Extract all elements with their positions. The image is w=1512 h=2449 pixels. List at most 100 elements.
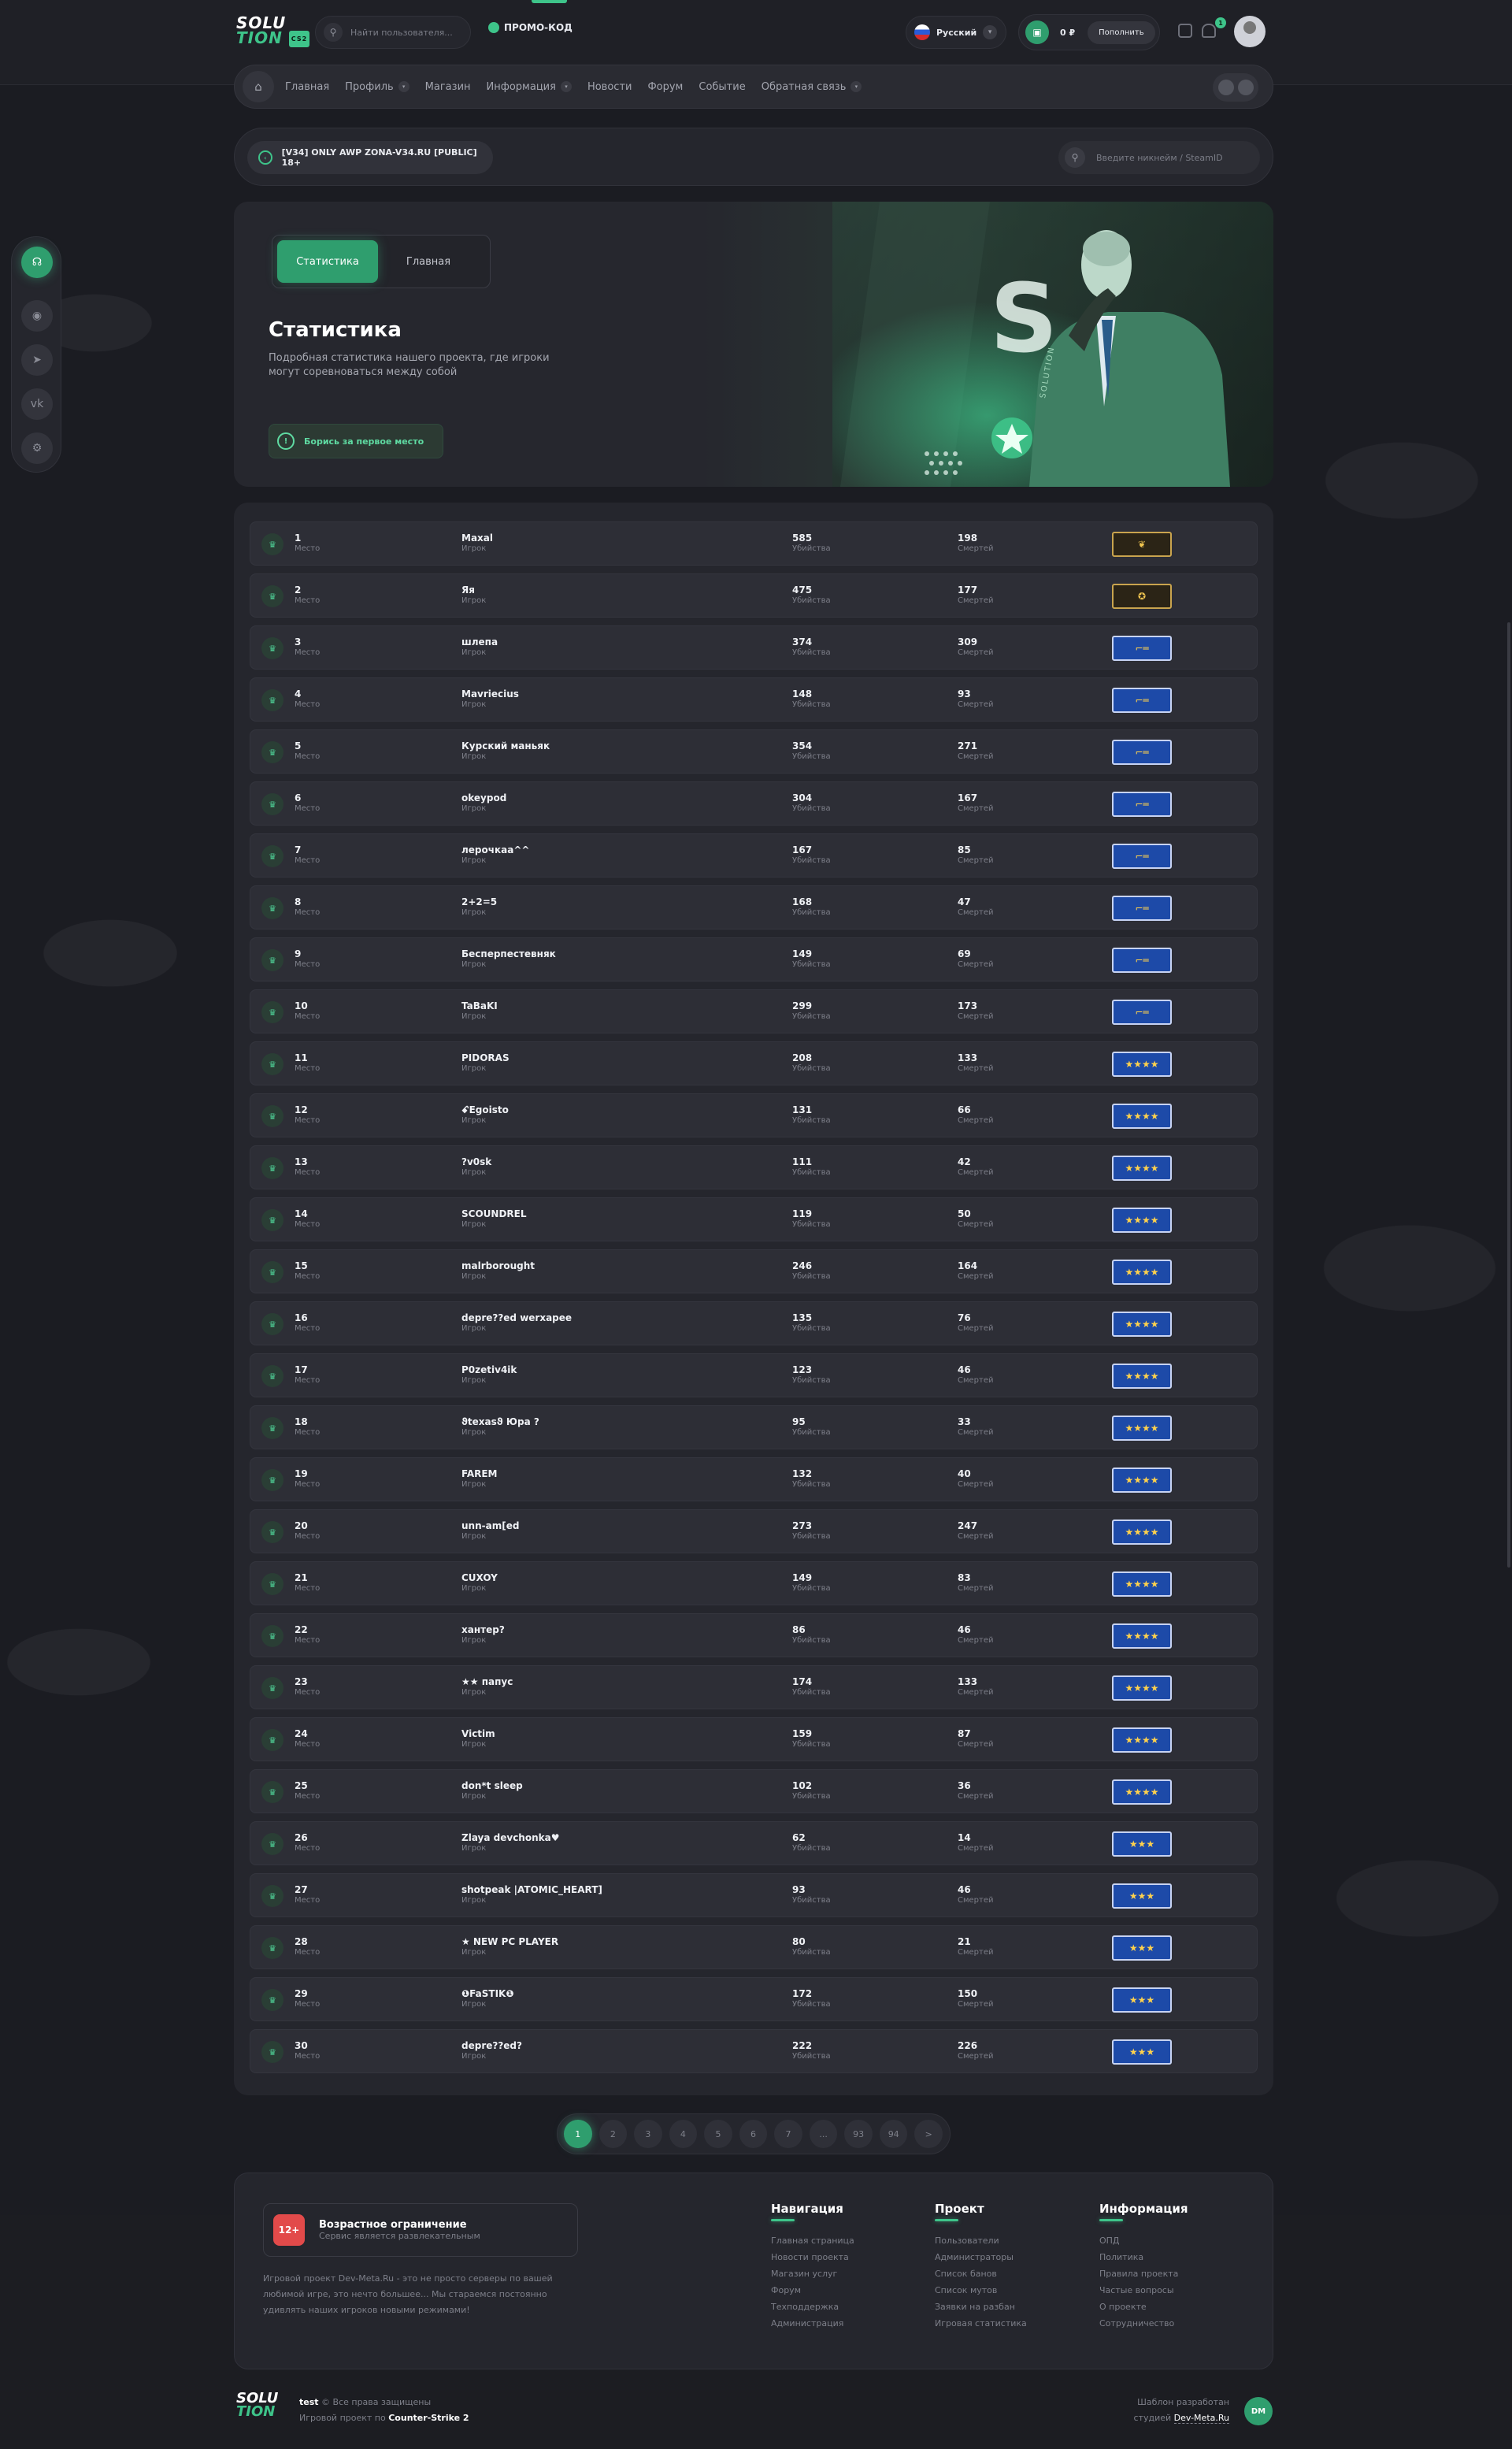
nav-item-news[interactable]: Новости: [587, 81, 632, 93]
player-cell[interactable]: depre??ed werxapee Игрок: [461, 1312, 572, 1334]
table-row[interactable]: ♛ 8 Место 2+2=5 Игрок 168 Убийства 47 Смертей ⌐═: [250, 885, 1258, 930]
footer-link[interactable]: ОПД: [1099, 2232, 1188, 2249]
player-cell[interactable]: okeypod Игрок: [461, 792, 506, 814]
table-row[interactable]: ♛ 23 Место ★★ папус Игрок 174 Убийства 133 Смерт…: [250, 1665, 1258, 1709]
player-cell[interactable]: ❶FaSTIK❶ Игрок: [461, 1988, 514, 2010]
chat-icon[interactable]: [1178, 24, 1192, 38]
table-row[interactable]: ♛ 11 Место PIDORAS Игрок 208 Убийства 133 Смерте…: [250, 1041, 1258, 1085]
page-button[interactable]: 5: [704, 2120, 732, 2148]
table-row[interactable]: ♛ 10 Место TaBaKI Игрок 299 Убийства 173 Смертей…: [250, 989, 1258, 1033]
footer-link[interactable]: Форум: [771, 2282, 854, 2299]
table-row[interactable]: ♛ 27 Место shotpeak |ATOMIC_HEART] Игрок 93 Уб…: [250, 1873, 1258, 1917]
footer-logo[interactable]: SOLU TION: [236, 2391, 278, 2419]
player-cell[interactable]: 2+2=5 Игрок: [461, 896, 497, 918]
tab-statistics[interactable]: Статистика: [277, 240, 378, 283]
footer-link[interactable]: Список мутов: [935, 2282, 1027, 2299]
telegram-icon[interactable]: ➤: [21, 344, 53, 376]
topup-button[interactable]: Пополнить: [1088, 20, 1155, 44]
nav-item-info[interactable]: Информация ▾: [487, 81, 572, 93]
language-select[interactable]: Русский ▾: [906, 16, 1006, 49]
player-cell[interactable]: хантер? Игрок: [461, 1624, 505, 1646]
table-row[interactable]: ♛ 12 Место ꗃEgoisto Игрок 131 Убийства 66 Смерте…: [250, 1093, 1258, 1137]
nav-item-main[interactable]: Главная: [285, 81, 329, 93]
table-row[interactable]: ♛ 18 Место ϑtexasϑ Юра ? Игрок 95 Убийства 33 См…: [250, 1405, 1258, 1449]
nav-item-event[interactable]: Событие: [699, 81, 745, 93]
steam-icon[interactable]: ⚙: [21, 432, 53, 464]
page-button[interactable]: 4: [669, 2120, 698, 2148]
online-users[interactable]: [1213, 73, 1258, 102]
user-avatar[interactable]: [1234, 16, 1266, 47]
footer-link[interactable]: Главная страница: [771, 2232, 854, 2249]
player-cell[interactable]: malrborought Игрок: [461, 1260, 535, 1282]
footer-link[interactable]: О проекте: [1099, 2299, 1188, 2315]
table-row[interactable]: ♛ 2 Место Яя Игрок 475 Убийства 177 Смертей ✪: [250, 573, 1258, 618]
table-row[interactable]: ♛ 17 Место P0zetiv4ik Игрок 123 Убийства 46 Смер…: [250, 1353, 1258, 1397]
bell-icon[interactable]: [1202, 24, 1216, 38]
site-logo[interactable]: SOLU TION CS2: [236, 15, 310, 47]
page-button[interactable]: 2: [598, 2120, 628, 2148]
player-cell[interactable]: Курский маньяк Игрок: [461, 740, 550, 763]
vk-icon[interactable]: vk: [21, 388, 53, 420]
studio-link[interactable]: Dev-Meta.Ru: [1173, 2413, 1229, 2424]
player-cell[interactable]: Mavriecius Игрок: [461, 688, 519, 711]
table-row[interactable]: ♛ 5 Место Курский маньяк Игрок 354 Убийства 271…: [250, 729, 1258, 774]
table-row[interactable]: ♛ 25 Место don*t sleep Игрок 102 Убийства 36 Сме…: [250, 1769, 1258, 1813]
footer-link[interactable]: Техподдержка: [771, 2299, 854, 2315]
user-search-input[interactable]: ⚲ Найти пользователя...: [315, 16, 471, 49]
player-cell[interactable]: Maxal Игрок: [461, 532, 493, 555]
player-cell[interactable]: Zlaya devchonka♥ Игрок: [461, 1832, 559, 1854]
player-cell[interactable]: ꗃEgoisto Игрок: [461, 1104, 509, 1126]
table-row[interactable]: ♛ 26 Место Zlaya devchonka♥ Игрок 62 Убийства 1…: [250, 1821, 1258, 1865]
first-place-button[interactable]: ! Борись за первое место: [269, 424, 443, 458]
footer-link[interactable]: Игровая статистика: [935, 2315, 1027, 2332]
player-cell[interactable]: PIDORAS Игрок: [461, 1052, 510, 1074]
tab-main[interactable]: Главная: [378, 240, 479, 283]
table-row[interactable]: ♛ 22 Место хантер? Игрок 86 Убийства 46 Смертей ★…: [250, 1613, 1258, 1657]
player-cell[interactable]: Victim Игрок: [461, 1728, 495, 1750]
page-button[interactable]: 93: [844, 2120, 873, 2148]
nav-item-shop[interactable]: Магазин: [425, 81, 471, 93]
table-row[interactable]: ♛ 30 Место depre??ed? Игрок 222 Убийства 226 Сме…: [250, 2029, 1258, 2073]
home-button[interactable]: ⌂: [243, 71, 274, 102]
player-cell[interactable]: TaBaKI Игрок: [461, 1000, 498, 1022]
footer-link[interactable]: Новости проекта: [771, 2249, 854, 2265]
table-row[interactable]: ♛ 19 Место FAREM Игрок 132 Убийства 40 Смертей ★★…: [250, 1457, 1258, 1501]
player-cell[interactable]: don*t sleep Игрок: [461, 1780, 523, 1802]
table-row[interactable]: ♛ 7 Место лерочкаа^^ Игрок 167 Убийства 85 Смерт…: [250, 833, 1258, 878]
support-button[interactable]: ☊: [21, 247, 53, 278]
table-row[interactable]: ♛ 21 Место CUXOY Игрок 149 Убийства 83 Смертей ★★…: [250, 1561, 1258, 1605]
player-cell[interactable]: Бесперпестевняк Игрок: [461, 948, 556, 970]
server-select[interactable]: ‹ [V34] ONLY AWP ZONA-V34.RU [PUBLIC] 18…: [247, 141, 493, 174]
scrollbar[interactable]: [1507, 622, 1510, 1568]
table-row[interactable]: ♛ 9 Место Бесперпестевняк Игрок 149 Убийства 69…: [250, 937, 1258, 981]
table-row[interactable]: ♛ 29 Место ❶FaSTIK❶ Игрок 172 Убийства 150 Смерт…: [250, 1977, 1258, 2021]
nav-item-profile[interactable]: Профиль ▾: [345, 81, 410, 93]
footer-link[interactable]: Политика: [1099, 2249, 1188, 2265]
footer-link[interactable]: Частые вопросы: [1099, 2282, 1188, 2299]
player-cell[interactable]: Яя Игрок: [461, 584, 486, 607]
footer-link[interactable]: Заявки на разбан: [935, 2299, 1027, 2315]
player-cell[interactable]: ★ NEW PC PLAYER Игрок: [461, 1936, 558, 1958]
player-cell[interactable]: depre??ed? Игрок: [461, 2040, 522, 2062]
table-row[interactable]: ♛ 3 Место шлепа Игрок 374 Убийства 309 Смертей ⌐═: [250, 625, 1258, 670]
player-cell[interactable]: shotpeak |ATOMIC_HEART] Игрок: [461, 1884, 602, 1906]
table-row[interactable]: ♛ 16 Место depre??ed werxapee Игрок 135 Убийст…: [250, 1301, 1258, 1345]
page-button[interactable]: 1: [564, 2120, 592, 2148]
page-button[interactable]: ...: [809, 2120, 838, 2148]
player-cell[interactable]: SCOUNDREL Игрок: [461, 1208, 526, 1230]
studio-badge[interactable]: DM: [1244, 2397, 1273, 2425]
footer-link[interactable]: Сотрудничество: [1099, 2315, 1188, 2332]
player-cell[interactable]: ?v0sk Игрок: [461, 1156, 491, 1178]
page-button[interactable]: 6: [739, 2120, 768, 2148]
table-row[interactable]: ♛ 20 Место unn-am[ed Игрок 273 Убийства 247 Смер…: [250, 1509, 1258, 1553]
player-search-input[interactable]: ⚲ Введите никнейм / SteamID: [1058, 141, 1260, 174]
player-cell[interactable]: шлепа Игрок: [461, 636, 498, 659]
page-button[interactable]: 7: [774, 2120, 802, 2148]
player-cell[interactable]: лерочкаа^^ Игрок: [461, 844, 529, 866]
footer-link[interactable]: Пользователи: [935, 2232, 1027, 2249]
footer-link[interactable]: Список банов: [935, 2265, 1027, 2282]
table-row[interactable]: ♛ 15 Место malrborought Игрок 246 Убийства 164 С…: [250, 1249, 1258, 1293]
footer-link[interactable]: Администрация: [771, 2315, 854, 2332]
next-page-button[interactable]: >: [914, 2120, 943, 2148]
player-cell[interactable]: FAREM Игрок: [461, 1468, 498, 1490]
